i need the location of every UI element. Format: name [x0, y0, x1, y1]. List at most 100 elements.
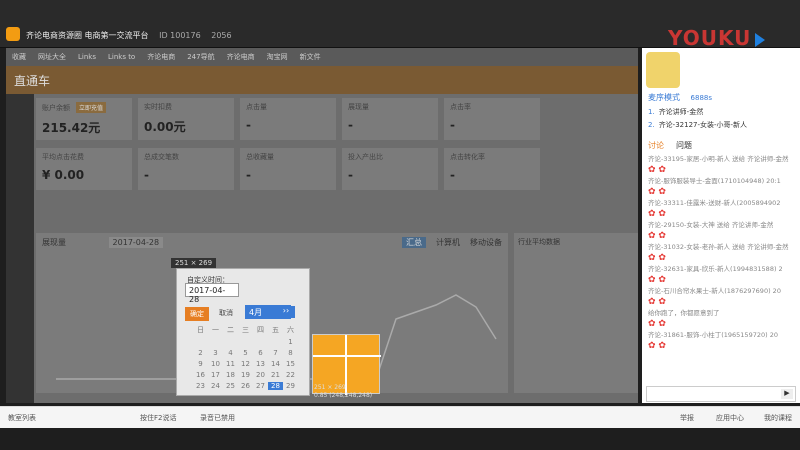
calendar-day[interactable]: 16 — [193, 371, 208, 379]
calendar-day[interactable]: 11 — [223, 360, 238, 368]
metric-card: 点击量 - — [240, 98, 336, 140]
bookmark-item[interactable]: Links — [78, 53, 96, 61]
calendar-day[interactable]: 12 — [238, 360, 253, 368]
brand-logo: YOUKU — [668, 26, 766, 50]
chat-panel: 麦序模式 6888s 1. 齐论讲师-金然 2. 齐论-32127-女装-小哥-新人 … — [642, 48, 800, 403]
metric-label: 点击率 — [450, 103, 471, 111]
size-tag: 251 × 269 — [171, 258, 217, 268]
calendar-day[interactable]: 27 — [253, 382, 268, 390]
report-button[interactable]: 举报 — [680, 413, 694, 423]
metric-value: - — [348, 118, 353, 132]
page-title: 直通车 — [14, 74, 51, 88]
calendar-day[interactable]: 8 — [283, 349, 298, 357]
bookmark-item[interactable]: 齐论电商 — [147, 53, 175, 61]
classroom-list-button[interactable]: 教室列表 — [8, 413, 36, 423]
speaker-item[interactable]: 2. 齐论-32127-女装-小哥-新人 — [648, 119, 747, 132]
calendar-day — [268, 338, 283, 346]
metric-label: 平均点击花费 — [42, 153, 84, 161]
chat-message: 齐论-29150-女装-大神 送给 齐论讲师-金然 — [648, 221, 774, 229]
chat-tab[interactable]: 问题 — [676, 141, 692, 150]
flower-icon: ✿ ✿ — [648, 275, 666, 285]
app-center-button[interactable]: 应用中心 — [716, 413, 744, 423]
chart-tab[interactable]: 汇总 — [402, 237, 426, 248]
bookmark-item[interactable]: Links to — [108, 53, 135, 61]
calendar-day[interactable]: 2 — [193, 349, 208, 357]
bookmark-item[interactable]: 新文件 — [300, 53, 321, 61]
date-input[interactable]: 2017-04-28 — [185, 283, 239, 304]
calendar-day[interactable]: 7 — [268, 349, 283, 357]
metric-value: - — [246, 168, 251, 182]
chat-message: 齐论-33195-家居-小明-新人 送给 齐论讲师-金然 — [648, 155, 789, 163]
calendar-day[interactable]: 19 — [238, 371, 253, 379]
ok-button[interactable]: 确定 — [185, 307, 209, 321]
metric-cards: 账户余额 立即充值 215.42元 实时扣费 0.00元 点击量 - 展现量 - 点击率 - 平均点… — [36, 98, 638, 198]
metric-card: 总收藏量 - — [240, 148, 336, 190]
calendar-day[interactable]: 14 — [268, 360, 283, 368]
chat-message: 齐论-石川合帘水果士-新人(1876297690) 20 — [648, 287, 781, 295]
calendar-day[interactable]: 26 — [238, 382, 253, 390]
chart-tabs: 汇总 计算机 移动设备 — [392, 237, 502, 248]
calendar-day[interactable]: 6 — [253, 349, 268, 357]
metric-card: 平均点击花费 ¥ 0.00 — [36, 148, 132, 190]
metric-card: 投入产出比 - — [342, 148, 438, 190]
my-courses-button[interactable]: 我的课程 — [764, 413, 792, 423]
chat-tabs: 讨论 问题 — [648, 140, 704, 151]
chart-metric[interactable]: 展现量 — [42, 238, 66, 247]
calendar-day[interactable]: 9 — [193, 360, 208, 368]
calendar-day[interactable]: 18 — [223, 371, 238, 379]
calendar-day — [208, 338, 223, 346]
recharge-button[interactable]: 立即充值 — [76, 102, 107, 113]
chart-tab[interactable]: 计算机 — [436, 238, 460, 247]
calendar-day[interactable]: 23 — [193, 382, 208, 390]
title-text: 齐论电商资源圈 电商第一交流平台 — [26, 31, 149, 40]
follower-count: 2056 — [211, 31, 232, 40]
chat-message: 齐论-31032-女装-老孙-新人 送给 齐论讲师-金然 — [648, 243, 789, 251]
chat-message: 齐论-服饰服装导士-金面(1710104948) 20:1 — [648, 177, 781, 185]
status-bar: 教室列表 按住F2说话 录音已禁用 举报 应用中心 我的课程 — [0, 406, 800, 428]
speaker-item[interactable]: 1. 齐论讲师-金然 — [648, 106, 747, 119]
calendar-day[interactable]: 28 — [268, 382, 283, 390]
bookmark-item[interactable]: 收藏 — [12, 53, 26, 61]
teacher-avatar — [646, 52, 680, 88]
calendar-day[interactable]: 21 — [268, 371, 283, 379]
metric-card: 实时扣费 0.00元 — [138, 98, 234, 140]
chart-tab[interactable]: 移动设备 — [470, 238, 502, 247]
chat-tab[interactable]: 讨论 — [648, 141, 664, 150]
bookmark-item[interactable]: 淘宝网 — [267, 53, 288, 61]
mode-count: 6888s — [690, 94, 713, 102]
calendar-day[interactable]: 22 — [283, 371, 298, 379]
push-to-talk-button[interactable]: 按住F2说话 — [140, 413, 176, 423]
calendar-day[interactable]: 3 — [208, 349, 223, 357]
speaker-name: 齐论-32127-女装-小哥-新人 — [658, 121, 748, 129]
calendar-day[interactable]: 20 — [253, 371, 268, 379]
chat-message: 齐论-32631-家具-欣乐-新人(1994831588) 2 — [648, 265, 783, 273]
calendar-day[interactable]: 1 — [283, 338, 298, 346]
weekday-label: 六 — [287, 326, 294, 334]
chat-message: 齐论-31861-服饰-小柱丁(1965159720) 20 — [648, 331, 778, 339]
bookmark-item[interactable]: 齐论电商 — [227, 53, 255, 61]
calendar-day[interactable]: 29 — [283, 382, 298, 390]
calendar-day[interactable]: 5 — [238, 349, 253, 357]
calendar-day[interactable]: 13 — [253, 360, 268, 368]
next-month-icon[interactable]: ›› — [277, 306, 295, 318]
calendar-day[interactable]: 10 — [208, 360, 223, 368]
chat-input[interactable]: ▶ — [646, 386, 796, 402]
picker-info: 251 × 269 0.85 (248,248,248) — [314, 384, 372, 400]
crosshair-h — [313, 355, 381, 357]
calendar-day[interactable]: 4 — [223, 349, 238, 357]
chart-date[interactable]: 2017-04-28 — [108, 237, 164, 248]
flower-icon: ✿ ✿ — [648, 209, 666, 219]
bookmark-item[interactable]: 247导航 — [187, 53, 214, 61]
calendar-day[interactable]: 17 — [208, 371, 223, 379]
date-picker-popup: 251 × 269 自定义时间： 2017-04-28 确定 取消 4月 ›› … — [171, 258, 310, 396]
send-icon[interactable]: ▶ — [781, 389, 793, 399]
metric-value: - — [450, 168, 455, 182]
calendar-day[interactable]: 24 — [208, 382, 223, 390]
flower-icon: ✿ ✿ — [648, 253, 666, 263]
cancel-button[interactable]: 取消 — [219, 308, 233, 318]
calendar-day — [223, 338, 238, 346]
calendar-day[interactable]: 15 — [283, 360, 298, 368]
bookmark-item[interactable]: 网址大全 — [38, 53, 66, 61]
speaker-number: 1. — [648, 108, 655, 116]
calendar-day[interactable]: 25 — [223, 382, 238, 390]
